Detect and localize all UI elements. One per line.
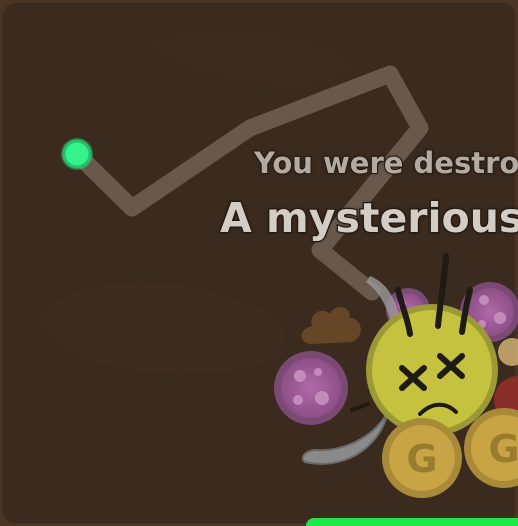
player-marker [62, 139, 92, 169]
grape-petal-icon [274, 351, 348, 425]
health-bar [306, 518, 518, 526]
svg-text:G: G [488, 427, 518, 471]
game-viewport[interactable]: G G You were destroyed by: A mysterious … [0, 0, 518, 526]
death-message: You were destroyed by: [253, 145, 518, 181]
killer-name: A mysterious entity [219, 193, 518, 244]
coin-icon: G [382, 418, 462, 498]
svg-text:G: G [406, 437, 437, 481]
game-scene: G G [0, 0, 518, 526]
